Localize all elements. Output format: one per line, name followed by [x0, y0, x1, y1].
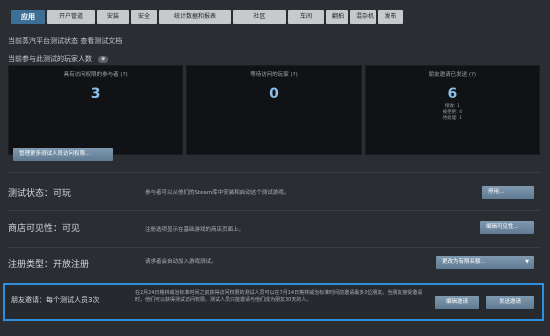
tab-misc[interactable]: 混杂机	[350, 10, 376, 24]
playtest-status-title: 测试状态：可玩	[8, 189, 72, 199]
tab-remake[interactable]: 翻拍	[326, 10, 348, 24]
stats-panel: 具有访问权限的参与者 (?) 3 等待访问的玩家 (?) 0 朋友邀请已发送 (…	[8, 65, 540, 155]
edit-invites-button[interactable]: 编辑邀请	[435, 296, 479, 309]
signup-type-title: 注册类型：开放注册	[8, 260, 90, 270]
tab-install[interactable]: 安装	[97, 10, 129, 24]
divider	[8, 172, 540, 173]
stat-value: 3	[90, 86, 101, 102]
friend-invite-title: 朋友邀请：每个测试人员3次	[11, 296, 100, 304]
signup-type-dropdown[interactable]: 更改为有限名额... ▼	[436, 256, 534, 269]
stat-label: 具有访问权限的参与者 (?)	[63, 72, 128, 78]
chevron-down-icon: ▼	[525, 259, 529, 265]
manage-testers-button[interactable]: 管理更多测试人员访问权限...	[13, 148, 113, 161]
send-invites-button[interactable]: 发送邀请	[486, 296, 534, 309]
signup-type-desc: 请求者会自动加入游戏测试。	[145, 259, 217, 265]
players-title-text: 当前参与此测试的玩家人数	[8, 55, 92, 63]
stat-waiting: 等待访问的玩家 (?) 0	[186, 65, 362, 155]
stat-label: 等待访问的玩家 (?)	[250, 72, 298, 78]
disable-button[interactable]: 停用...	[482, 186, 534, 199]
stat-breakdown: 接收: 1 被拒绝: 4 待处理: 1	[366, 104, 539, 122]
friend-invite-desc: 在2月24日格林威治标准时间之前获得访问权限的测试人员可以在7月14日格林威治标…	[135, 290, 423, 303]
stat-participants: 具有访问权限的参与者 (?) 3	[8, 65, 184, 155]
divider	[8, 247, 540, 248]
stat-invites: 朋友邀请已发送 (?) 6 接收: 1 被拒绝: 4 待处理: 1	[364, 65, 540, 155]
stat-label: 朋友邀请已发送 (?)	[428, 72, 477, 78]
tab-community[interactable]: 社区	[233, 10, 286, 24]
tab-bar: 应用 开户管道 安装 安全 统计数据和报表 社区 车间 翻拍 混杂机 发布	[11, 10, 403, 24]
store-visibility-desc: 注册选项显示在基础游戏的商店页面上。	[145, 227, 245, 233]
tab-onboarding[interactable]: 开户管道	[47, 10, 95, 24]
playtest-status-desc: 参与者可以从他们的Steam库中安装和启动这个测试游戏。	[145, 190, 290, 196]
dropdown-label: 更改为有限名额...	[442, 259, 486, 265]
eye-icon[interactable]: ◉	[98, 55, 109, 63]
divider	[8, 210, 540, 211]
tab-security[interactable]: 安全	[131, 10, 157, 24]
tab-publish[interactable]: 发布	[378, 10, 403, 24]
store-visibility-title: 商店可见性：可见	[8, 224, 81, 234]
players-section-title: 当前参与此测试的玩家人数 ◉	[8, 54, 109, 64]
stat-value: 6	[447, 86, 458, 102]
stat-value: 0	[269, 86, 279, 102]
tab-workshop[interactable]: 车间	[288, 10, 324, 24]
stat-pending: 待处理: 1	[442, 116, 462, 121]
tab-app[interactable]: 应用	[11, 10, 45, 24]
edit-visibility-button[interactable]: 编辑可见性...	[480, 221, 534, 234]
friend-invite-panel: 朋友邀请：每个测试人员3次 在2月24日格林威治标准时间之前获得访问权限的测试人…	[3, 283, 544, 321]
playtest-status-link[interactable]: 当前蒸汽平台测试状态 查看测试文档	[8, 36, 122, 46]
tab-stats-reports[interactable]: 统计数据和报表	[159, 10, 231, 24]
